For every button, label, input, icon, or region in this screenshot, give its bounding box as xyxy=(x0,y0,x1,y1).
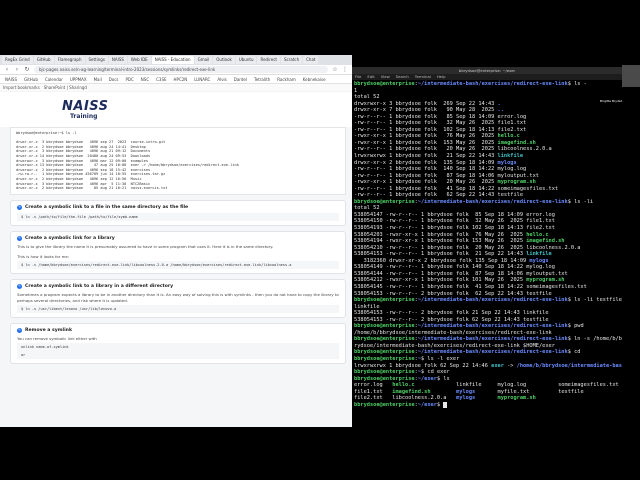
browser-tab[interactable]: Web IDE xyxy=(127,56,151,64)
bookmark-item[interactable]: Kebnekaise xyxy=(301,77,328,82)
bookmark-item[interactable]: Rackham xyxy=(275,77,298,82)
card-text: You can remove symbolic link either with xyxy=(17,335,97,341)
code-block-listing: bbrydsoe@enterprise:~$ ls -l drwxr-xr-x … xyxy=(10,127,346,195)
bookmark-item[interactable]: Alvis xyxy=(215,77,228,82)
menu-terminal[interactable]: Terminal xyxy=(415,74,431,80)
browser-tab[interactable]: GitHub xyxy=(33,56,54,64)
menu-view[interactable]: View xyxy=(381,74,390,80)
card-title: Create a symbolic link to a library in a… xyxy=(25,284,174,290)
menu-icon[interactable]: ⋮ xyxy=(342,66,348,73)
web-page: NAISS Training bbrydsoe@enterprise:~$ ls… xyxy=(0,92,352,427)
page-header: NAISS Training xyxy=(0,92,352,127)
bookmark-item[interactable]: HPC2N xyxy=(172,77,190,82)
bookmark-item[interactable]: Calendar xyxy=(43,77,65,82)
browser-tab[interactable]: Gmail xyxy=(194,56,213,64)
back-icon[interactable]: ‹ xyxy=(4,66,10,73)
browser-tab[interactable]: Chat xyxy=(303,56,319,64)
forward-icon[interactable]: › xyxy=(14,66,20,73)
bookmark-item[interactable]: NAISS xyxy=(3,77,19,82)
terminal-window[interactable]: bbrydsoe@enterprise: ~/exer File Edit Vi… xyxy=(352,67,622,426)
pencil-icon: ✎ xyxy=(17,327,22,333)
bookmark-item[interactable]: C3SE xyxy=(154,77,168,82)
browser-tab[interactable]: Outlook xyxy=(213,56,235,64)
bookmark-item[interactable]: GitHub xyxy=(22,77,40,82)
bookmark-item[interactable]: NSC xyxy=(139,77,151,82)
naiss-logo[interactable]: NAISS xyxy=(62,100,352,113)
card-title: Create a symbolic link to a file in the … xyxy=(25,204,189,210)
bookmark-item[interactable]: UPPMAX xyxy=(68,77,89,82)
bookmark-item[interactable]: Docs xyxy=(107,77,121,82)
browser-tab[interactable]: RegEx Grind xyxy=(2,56,33,64)
browser-tab[interactable]: Redirect xyxy=(257,56,280,64)
card-remove-symlink: ✎ Remove a symlink You can remove symboli… xyxy=(10,322,346,364)
pencil-icon: ✎ xyxy=(17,235,22,241)
page-content: bbrydsoe@enterprise:~$ ls -l drwxr-xr-x … xyxy=(10,127,346,364)
menu-edit[interactable]: Edit xyxy=(367,74,374,80)
import-bookmarks-link[interactable]: Import bookmarks xyxy=(3,85,40,90)
bookmarks-bar: NAISS GitHub Calendar UPPMAX Mail Docs PDC NSC C… xyxy=(0,75,352,84)
card-code: unlink name-of-symlink or xyxy=(17,342,339,359)
reload-icon[interactable]: ↻ xyxy=(24,66,30,73)
menu-help[interactable]: Help xyxy=(437,74,446,80)
browser-tab[interactable]: Ubuntu xyxy=(235,56,257,64)
menu-file[interactable]: File xyxy=(355,74,361,80)
menu-search[interactable]: Search xyxy=(396,74,409,80)
terminal-output: bbrydsoe@enterprise:~/intermediate-bash/… xyxy=(354,81,622,408)
card-text: This is to give the library the name it … xyxy=(17,243,274,260)
browser-toolbar: ‹ › ↻ bjc-pages.naiss.se/n-ag-learning/t… xyxy=(0,65,352,75)
extensions-row: Import bookmarks SharePoint | Sharingd xyxy=(0,84,352,91)
card-title: Create a symbolic link for a library xyxy=(25,235,115,241)
logo-subtitle: Training xyxy=(70,112,98,120)
browser-tab[interactable]: NAISS - Education xyxy=(151,56,194,64)
card-symlink-library-other-dir: ✎ Create a symbolic link to a library in … xyxy=(10,279,346,318)
card-text: Sometimes a program expects a library to… xyxy=(17,292,339,303)
star-icon[interactable]: ☆ xyxy=(332,66,338,73)
terminal-title-bar: bbrydsoe@enterprise: ~/exer xyxy=(352,67,622,74)
sharepoint-link[interactable]: SharePoint | Sharingd xyxy=(44,85,87,90)
webcam-name-label: Birgitte Brydsö xyxy=(598,98,625,104)
webcam-thumbnail xyxy=(622,65,640,87)
url-bar[interactable]: bjc-pages.naiss.se/n-ag-learning/termina… xyxy=(34,66,328,73)
card-symlink-file: ✎ Create a symbolic link to a file in the… xyxy=(10,199,346,226)
card-symlink-library: ✎ Create a symbolic link for a library Th… xyxy=(10,230,346,275)
browser-tab[interactable]: Flamegraph xyxy=(54,56,85,64)
card-code: $ ln -s /usr/libext/lenovo /usr/lib/leno… xyxy=(17,304,339,313)
browser-window: RegEx Grind GitHub Flamegraph Settings NAISS… xyxy=(0,55,352,427)
bookmark-item[interactable]: PDC xyxy=(124,77,136,82)
card-code: $ ln -s /home/bbrydsoe/exercises/redirec… xyxy=(17,261,339,270)
terminal-title: bbrydsoe@enterprise: ~/exer xyxy=(458,68,516,73)
bookmark-item[interactable]: Dardel xyxy=(232,77,249,82)
tab-bar: RegEx Grind GitHub Flamegraph Settings NAISS… xyxy=(0,55,352,65)
browser-tab[interactable]: Settings xyxy=(85,56,108,64)
card-code: $ ln -s /path/to/file/the-file /path/to/… xyxy=(17,212,339,221)
bookmark-item[interactable]: LUNARC xyxy=(192,77,212,82)
bookmark-item[interactable]: Tetralith xyxy=(252,77,272,82)
browser-tab[interactable]: NAISS xyxy=(108,56,127,64)
browser-tab[interactable]: Scratch xyxy=(280,56,303,64)
bookmark-item[interactable]: Mail xyxy=(92,77,104,82)
pencil-icon: ✎ xyxy=(17,204,22,210)
pencil-icon: ✎ xyxy=(17,284,22,290)
card-title: Remove a symlink xyxy=(25,327,72,333)
